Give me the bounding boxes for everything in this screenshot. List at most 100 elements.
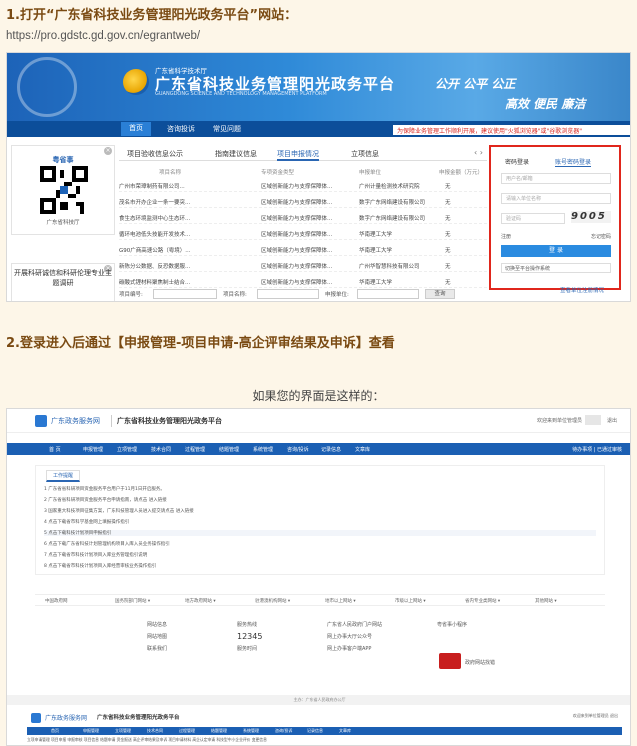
system-select[interactable]: 切换至平台操作系统	[501, 263, 611, 273]
find-error-label[interactable]: 政府网站找错	[465, 657, 495, 669]
bottom-nav-item[interactable]: 咨询/投诉	[275, 728, 292, 734]
bottom-nav-item[interactable]: 记录信息	[307, 728, 323, 734]
avatar[interactable]	[585, 415, 601, 425]
related-link[interactable]: 中国政府网	[45, 598, 68, 604]
find-error-badge-icon[interactable]	[439, 653, 461, 669]
reminder-line[interactable]: 2 广东省省科研项目资金服务平台申请指南，请点击 进入链接	[44, 497, 167, 503]
reminder-line[interactable]: 1 广东省省科研项目资金服务平台用户于11月1日开启服务。	[44, 486, 165, 492]
table-cell: 无	[445, 280, 451, 286]
close-icon[interactable]: ×	[104, 147, 112, 155]
related-link[interactable]: 国务院部门网站 ▾	[115, 598, 150, 604]
table-row[interactable]: 碳酸式锂材料聚焦制士结合... 区域创新能力与支撑保障体... 华南理工大学 无	[119, 275, 487, 288]
tab-applications[interactable]: 项目申报情况	[277, 149, 319, 161]
bottom-nav-item[interactable]: 文章库	[339, 728, 351, 734]
bottom-subnav[interactable]: 立项申请管理 项目申报 申报审核 项目信息 结题申请 资金报送 高企评审结果及申…	[27, 737, 622, 745]
table-row[interactable]: 茂名市开办企业一条一要突... 区域创新能力与支撑保障体... 数字广东网络建设有限…	[119, 195, 487, 208]
table-row[interactable]: 食生态环境监测中心生态环... 区域创新能力与支撑保障体... 数字广东网络建设有限…	[119, 211, 487, 224]
related-link[interactable]: 省内专业类网站 ▾	[465, 598, 500, 604]
bottom-nav-item[interactable]: 申报管理	[83, 728, 99, 734]
nav-item[interactable]: 立项管理	[117, 446, 137, 453]
bottom-nav-item[interactable]: 首页	[51, 728, 59, 734]
table-cell: G90广商高速公路（粤境）...	[119, 248, 191, 254]
table-cell: 无	[445, 200, 451, 206]
table-cell: 数字广东网络建设有限公司	[359, 200, 426, 206]
tab-approved[interactable]: 立项信息	[351, 149, 379, 159]
tab-guide[interactable]: 指南建议信息	[215, 149, 257, 159]
unit-field[interactable]: 请输入单位名称	[501, 193, 611, 204]
footer-col-apps: 广东省人民政府门户网站 网上办事大厅公众号 网上办事客户端APP	[327, 619, 382, 655]
captcha-image[interactable]: 9005	[571, 211, 611, 223]
reminder-panel: 工作提醒 1 广东省省科研项目资金服务平台用户于11月1日开启服务。 2 广东省省…	[35, 465, 605, 575]
captcha-field[interactable]: 验证码	[501, 213, 565, 224]
tab-account-login[interactable]: 账号密码登录	[555, 157, 592, 167]
footer-wechat[interactable]: 网上办事大厅公众号	[327, 631, 382, 643]
table-cell: 无	[445, 216, 451, 222]
bottom-nav-item[interactable]: 立项管理	[115, 728, 131, 734]
nav-item[interactable]: 文章库	[355, 446, 370, 453]
footer-site-info[interactable]: 网站信息	[147, 619, 167, 631]
reminder-line[interactable]: 3 国家重大科技项目征集方案，广东科技管理人员进入提交请点击 进入链接	[44, 508, 194, 514]
table-row[interactable]: G90广商高速公路（粤境）... 区域创新能力与支撑保障体... 华南理工大学 无	[119, 243, 487, 256]
footer-miniprogram[interactable]: 粤省事小程序	[437, 619, 467, 631]
nav-item[interactable]: 首 页	[49, 446, 61, 453]
code-label: 项目编号:	[119, 292, 143, 298]
login-button[interactable]: 登 录	[501, 245, 611, 257]
bottom-user[interactable]: 欢迎来到单位管理员 退出	[573, 713, 618, 719]
reminder-line[interactable]: 4 点击下载省市科学基金网上填报操作指引	[44, 519, 129, 525]
related-link[interactable]: 地方政府网站 ▾	[185, 598, 216, 604]
tab-acceptance[interactable]: 项目验收信息公示	[127, 149, 183, 159]
username-field[interactable]: 用户名/邮箱	[501, 173, 611, 184]
qr-code-icon	[40, 166, 88, 214]
query-button[interactable]: 查询	[425, 289, 455, 299]
unit-registration-link[interactable]: 查看单位注册情况	[560, 286, 604, 294]
tab-arrows-icon[interactable]: ‹ ›	[474, 148, 483, 157]
qr-caption: 广东省科技厅	[46, 220, 80, 226]
nav-faq[interactable]: 常见问题	[213, 124, 241, 134]
bottom-nav-item[interactable]: 技术合同	[147, 728, 163, 734]
table-cell: 碳酸式锂材料聚焦制士结合...	[119, 280, 191, 286]
nav-item[interactable]: 申报管理	[83, 446, 103, 453]
left-notice-text[interactable]: 开展科研诚信和科研伦理专业主题调研	[12, 268, 114, 288]
table-row[interactable]: 循环电池低头技能开发技术... 区域创新能力与支撑保障体... 华南理工大学 无	[119, 227, 487, 240]
platform-url[interactable]: https://pro.gdstc.gd.gov.cn/egrantweb/	[6, 30, 200, 42]
code-input[interactable]	[153, 289, 217, 299]
bottom-nav-item[interactable]: 结题管理	[211, 728, 227, 734]
reminder-line[interactable]: 8 点击下载省市科技计划项目入库经营审核业务操作指引	[44, 563, 156, 569]
footer-contact[interactable]: 联系我们	[147, 643, 167, 655]
name-input[interactable]	[257, 289, 319, 299]
forgot-password-link[interactable]: 忘记密码	[591, 233, 611, 240]
bottom-nav-item[interactable]: 过程管理	[179, 728, 195, 734]
tab-password-login[interactable]: 密码登录	[505, 157, 529, 166]
related-link[interactable]: 市级以上网站 ▾	[395, 598, 426, 604]
related-link[interactable]: 驻港澳机构网站 ▾	[255, 598, 290, 604]
nav-item[interactable]: 过程管理	[185, 446, 205, 453]
tab-work-reminder[interactable]: 工作提醒	[46, 470, 81, 482]
header-slogan-2: 高效 便民 廉洁	[505, 97, 586, 111]
unit-input[interactable]	[357, 289, 419, 299]
table-row[interactable]: 广州市荣璋制药有限公司... 区域创新能力与支撑保障体... 广州计量检测技术研究院…	[119, 179, 487, 192]
nav-complaints[interactable]: 咨询投诉	[167, 124, 195, 134]
reminder-line[interactable]: 5 点击下载科技计划项目申报指引	[44, 530, 596, 536]
divider	[111, 415, 112, 427]
footer-site-map[interactable]: 网站地图	[147, 631, 167, 643]
nav-item[interactable]: 结题管理	[219, 446, 239, 453]
reminder-line[interactable]: 7 点击下载省市科技计划项目入库业务管理指引说明	[44, 552, 147, 558]
nav-item[interactable]: 技术合同	[151, 446, 171, 453]
footer-app[interactable]: 网上办事客户端APP	[327, 643, 382, 655]
register-link[interactable]: 注册	[501, 234, 511, 240]
logout-link[interactable]: 退出	[607, 417, 617, 424]
top-bar: 广东政务服务网 广东省科技业务管理阳光政务平台 欢迎来到单位管理员 退出	[7, 409, 630, 433]
related-link[interactable]: 地市以上网站 ▾	[325, 598, 356, 604]
related-link[interactable]: 其他网站 ▾	[535, 598, 557, 604]
table-row[interactable]: 新陈分公数据、反恐数据服... 区域创新能力与支撑保障体... 广州华智慧科技有限公…	[119, 259, 487, 272]
footer-portal[interactable]: 广东省人民政府门户网站	[327, 619, 382, 631]
reminder-line[interactable]: 6 点击下载广东省科技计划管理机构项目入库入员业务操作指引	[44, 541, 170, 547]
bottom-nav-item[interactable]: 系统管理	[243, 728, 259, 734]
nav-item[interactable]: 系统管理	[253, 446, 273, 453]
unit-label: 申报单位:	[325, 292, 349, 298]
nav-item[interactable]: 记录信息	[321, 446, 341, 453]
screenshot-platform-home: 广东省科学技术厅 广东省科技业务管理阳光政务平台 GUANGDONG SCIEN…	[6, 52, 631, 302]
nav-item[interactable]: 咨询/投诉	[287, 446, 309, 453]
nav-home[interactable]: 首页	[121, 122, 151, 136]
nav-status[interactable]: 待办事项 | 已通过审核	[572, 446, 622, 453]
